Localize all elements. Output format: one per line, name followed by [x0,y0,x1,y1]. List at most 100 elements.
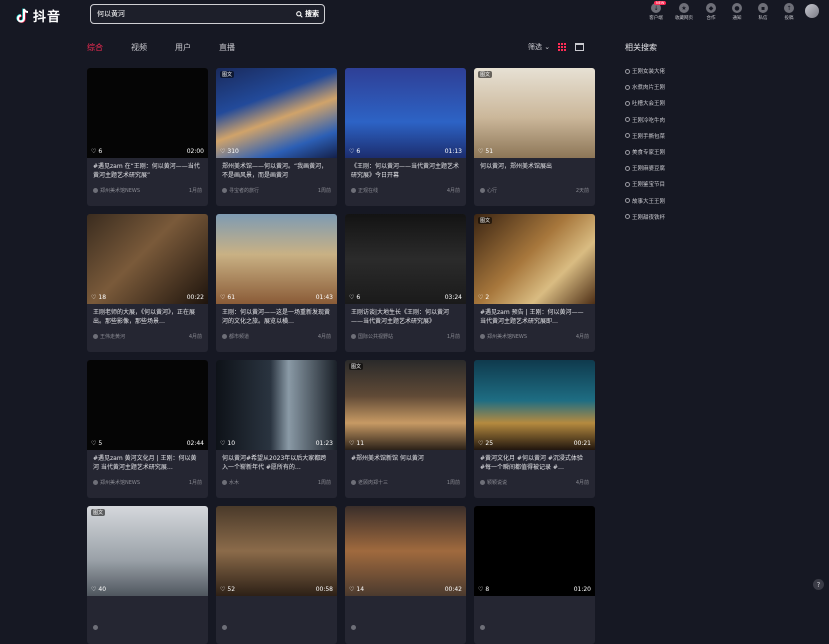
video-description[interactable]: 王刚访谈|大地生长《王刚：何以黄河——当代黄河主题艺术研究展》 [345,304,466,330]
related-search-item[interactable]: 王刚鉴宝节目 [625,176,695,192]
tab-all[interactable]: 综合 [87,42,103,53]
video-description[interactable]: #遇见zam 在“王刚：何以黄河——当代黄河主题艺术研究展” [87,158,208,184]
top-nav-notify[interactable]: ● 通知 [727,3,747,21]
video-author[interactable]: 老顾肉郑十三 [351,479,388,486]
video-card[interactable]: 图文 ♡ 11 #郑州美术馆新馆 何以黄河 老顾肉郑十三 1周前 [345,360,466,498]
video-author[interactable] [351,625,356,630]
video-description[interactable]: 何以黄河，郑州美术馆展出 [474,158,595,184]
video-thumbnail[interactable]: ♡ 10 01:23 [216,360,337,450]
video-author[interactable]: 王伟走黄河 [93,333,125,340]
video-thumbnail[interactable]: ♡ 5 02:44 [87,360,208,450]
video-author[interactable]: 郑州美术馆NEWS [93,187,140,194]
video-author[interactable]: 水木 [222,479,239,486]
related-search-item[interactable]: 水煮肉片王刚 [625,79,695,95]
video-description[interactable] [345,596,466,622]
video-thumbnail[interactable]: 图文 ♡ 51 [474,68,595,158]
video-author[interactable] [480,625,485,630]
video-author[interactable]: 正观在线 [351,187,378,194]
related-search-item[interactable]: 故事大王王刚 [625,193,695,209]
grid-view-icon[interactable] [558,42,567,52]
video-description[interactable]: #遇见zam 黄河文化月 | 王刚：何以黄河 当代黄河主题艺术研究展… [87,450,208,476]
video-card[interactable]: ♡ 6 02:00 #遇见zam 在“王刚：何以黄河——当代黄河主题艺术研究展” 郑州美… [87,68,208,206]
filter-button[interactable]: 筛选 ⌄ [528,42,550,52]
top-nav-bookmark[interactable]: ★ 收藏网页 [673,3,695,21]
video-thumbnail[interactable]: ♡ 52 00:58 [216,506,337,596]
related-search-item[interactable]: 王刚冷吃牛肉 [625,112,695,128]
video-thumbnail[interactable]: ♡ 18 00:22 [87,214,208,304]
video-meta [474,622,595,630]
tab-live[interactable]: 直播 [219,42,235,53]
video-description[interactable]: #黄河文化月 #何以黄河 #沉浸式体验 #每一个瞬间都值得被记录 #… [474,450,595,476]
avatar[interactable] [805,4,819,18]
heart-icon: ♡ [91,294,97,301]
like-count: ♡ 11 [349,440,364,447]
video-description[interactable]: #遇见zam 预告 | 王刚：何以黄河——当代黄河主题艺术研究展即… [474,304,595,330]
video-author[interactable]: 郑州美术馆NEWS [93,479,140,486]
video-card[interactable]: ♡ 5 02:44 #遇见zam 黄河文化月 | 王刚：何以黄河 当代黄河主题艺术研究… [87,360,208,498]
video-thumbnail[interactable]: ♡ 6 01:13 [345,68,466,158]
search-input[interactable] [91,10,296,18]
video-description[interactable]: 王刚：何以黄河——这是一场重新发现黄河的文化之旅。展览以横… [216,304,337,330]
related-search-label: 王刚手撕包菜 [632,133,666,140]
douyin-logo[interactable]: 抖音 [16,6,61,25]
video-thumbnail[interactable]: ♡ 8 01:20 [474,506,595,596]
heart-icon: ♡ [220,440,226,447]
video-author[interactable] [93,625,98,630]
video-card[interactable]: 图文 ♡ 40 [87,506,208,644]
video-thumbnail[interactable]: ♡ 25 00:21 [474,360,595,450]
video-description[interactable] [474,596,595,622]
video-card[interactable]: ♡ 6 01:13 《王刚：何以黄河——当代黄河主题艺术研究展》今日开幕 正观在线 4月前 [345,68,466,206]
video-description[interactable]: 《王刚：何以黄河——当代黄河主题艺术研究展》今日开幕 [345,158,466,184]
top-nav-messages[interactable]: ▪ 私信 [753,3,773,21]
video-author[interactable]: 颖颖说说 [480,479,507,486]
video-description[interactable] [87,596,208,622]
search-button[interactable]: 搜索 [296,9,324,19]
video-card[interactable]: ♡ 10 01:23 何以黄河#希望从2023年以后大家都跨入一个崭新年代 #愿所有的… [216,360,337,498]
related-search-item[interactable]: 王刚麻婆豆腐 [625,160,695,176]
video-author[interactable]: 都市频道 [222,333,249,340]
video-thumbnail[interactable]: ♡ 6 02:00 [87,68,208,158]
video-card[interactable]: 图文 ♡ 310 郑州美术馆——何以黄河。“我画黄河，不是画风景，而是画黄河寻宝者的旅… [216,68,337,206]
video-thumbnail[interactable]: 图文 ♡ 11 [345,360,466,450]
video-card[interactable]: ♡ 14 00:42 [345,506,466,644]
related-search-item[interactable]: 王刚女装大佬 [625,63,695,79]
video-author[interactable] [222,625,227,630]
top-nav-client[interactable]: NEW ↓ 客户端 [645,1,667,21]
list-view-icon[interactable] [575,43,585,51]
video-description[interactable]: 郑州美术馆——何以黄河。“我画黄河，不是画风景，而是画黄河 [216,158,337,184]
video-author[interactable]: 国际公共视野站 [351,333,393,340]
video-thumbnail[interactable]: ♡ 61 01:43 [216,214,337,304]
like-count: ♡ 51 [478,148,493,155]
video-description[interactable]: #郑州美术馆新馆 何以黄河 [345,450,466,476]
tab-user[interactable]: 用户 [175,42,191,53]
top-nav-cooperate[interactable]: ◆ 合作 [701,3,721,21]
video-card[interactable]: ♡ 8 01:20 [474,506,595,644]
video-card[interactable]: 图文 ♡ 51 何以黄河，郑州美术馆展出 心行 2天前 [474,68,595,206]
top-nav-upload[interactable]: ↑ 投稿 [779,3,799,21]
video-card[interactable]: ♡ 61 01:43 王刚：何以黄河——这是一场重新发现黄河的文化之旅。展览以横… 都市… [216,214,337,352]
video-thumbnail[interactable]: 图文 ♡ 40 [87,506,208,596]
like-count: ♡ 14 [349,586,364,593]
video-card[interactable]: ♡ 18 00:22 王刚老师的大展，《何以黄河》，正在展出。那些影像，那些场景… 王伟… [87,214,208,352]
video-thumbnail[interactable]: 图文 ♡ 2 [474,214,595,304]
related-search-item[interactable]: 美食专家王刚 [625,144,695,160]
video-thumbnail[interactable]: ♡ 6 03:24 [345,214,466,304]
video-description[interactable] [216,596,337,622]
video-card[interactable]: 图文 ♡ 2 #遇见zam 预告 | 王刚：何以黄河——当代黄河主题艺术研究展即… 郑州… [474,214,595,352]
video-card[interactable]: ♡ 52 00:58 [216,506,337,644]
video-description[interactable]: 王刚老师的大展，《何以黄河》，正在展出。那些影像，那些场景… [87,304,208,330]
video-thumbnail[interactable]: ♡ 14 00:42 [345,506,466,596]
video-card[interactable]: ♡ 6 03:24 王刚访谈|大地生长《王刚：何以黄河——当代黄河主题艺术研究展》国际… [345,214,466,352]
related-search-item[interactable]: 王刚手撕包菜 [625,128,695,144]
video-card[interactable]: ♡ 25 00:21 #黄河文化月 #何以黄河 #沉浸式体验 #每一个瞬间都值得被记录… [474,360,595,498]
help-button[interactable]: ? [813,579,824,590]
related-search-item[interactable]: 吐槽大会王刚 [625,95,695,111]
related-search-item[interactable]: 王刚甜夜铁杯 [625,209,695,225]
video-author[interactable]: 郑州美术馆NEWS [480,333,527,340]
tab-video[interactable]: 视频 [131,42,147,53]
video-thumbnail[interactable]: 图文 ♡ 310 [216,68,337,158]
video-author[interactable]: 寻宝者的旅行 [222,187,259,194]
like-count: ♡ 25 [478,440,493,447]
video-description[interactable]: 何以黄河#希望从2023年以后大家都跨入一个崭新年代 #愿所有的… [216,450,337,476]
video-author[interactable]: 心行 [480,187,497,194]
